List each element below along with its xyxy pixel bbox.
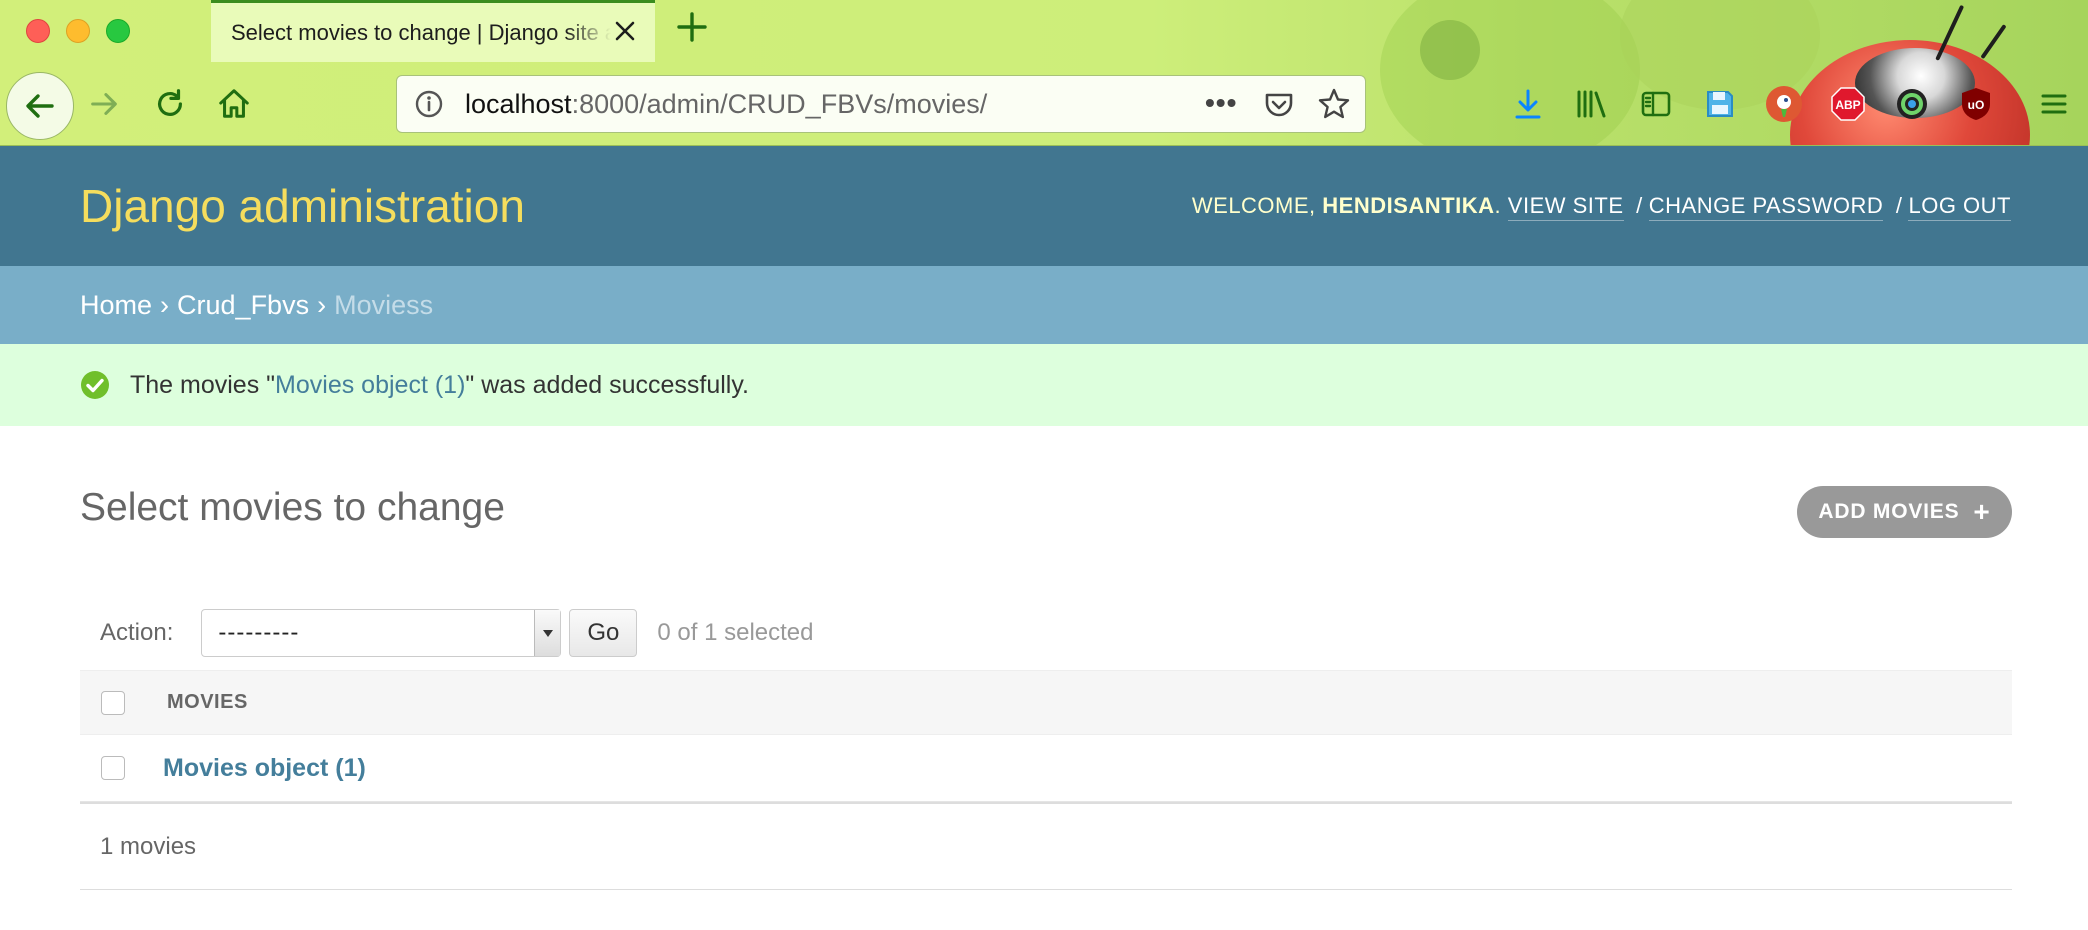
tab-title: Select movies to change | Django site ad… bbox=[231, 19, 611, 45]
library-icon[interactable] bbox=[1574, 86, 1610, 122]
breadcrumb: Home › Crud_Fbvs › Moviess bbox=[0, 266, 2088, 344]
add-movies-button[interactable]: ADD MOVIES + bbox=[1797, 486, 2012, 538]
username: HENDISANTIKA bbox=[1322, 193, 1495, 218]
paginator: 1 movies bbox=[80, 804, 2012, 890]
site-branding[interactable]: Django administration bbox=[80, 179, 525, 233]
url-host: localhost bbox=[465, 88, 572, 119]
message-prefix: The movies " bbox=[130, 370, 276, 399]
action-select[interactable]: --------- bbox=[201, 609, 562, 657]
adblock-plus-label: ABP bbox=[1835, 98, 1860, 112]
action-select-value: --------- bbox=[218, 619, 300, 646]
dropdown-arrow-icon[interactable] bbox=[534, 610, 561, 656]
select-all-checkbox[interactable] bbox=[101, 690, 125, 715]
action-label: Action: bbox=[100, 619, 174, 646]
tab-close-icon[interactable] bbox=[613, 19, 637, 48]
ublock-origin-icon[interactable]: uO bbox=[1958, 86, 1994, 122]
add-movies-label: ADD MOVIES bbox=[1818, 500, 1960, 523]
plus-icon: + bbox=[1973, 496, 1991, 527]
hamburger-menu-icon[interactable] bbox=[2036, 86, 2072, 122]
new-tab-icon[interactable] bbox=[676, 8, 708, 52]
ublock-origin-label: uO bbox=[1968, 98, 1985, 112]
row-object-link[interactable]: Movies object (1) bbox=[163, 754, 366, 783]
separator: / bbox=[1636, 193, 1643, 218]
save-page-icon[interactable] bbox=[1702, 86, 1738, 122]
reload-icon[interactable] bbox=[152, 86, 188, 122]
breadcrumb-separator: › bbox=[160, 289, 170, 320]
window-maximize-button[interactable] bbox=[106, 19, 130, 43]
decor-blob bbox=[1420, 20, 1480, 80]
breadcrumb-separator: › bbox=[317, 289, 327, 320]
url-path: :8000/admin/CRUD_FBVs/movies/ bbox=[571, 88, 988, 119]
sidebar-icon[interactable] bbox=[1638, 86, 1674, 122]
back-button[interactable] bbox=[6, 72, 74, 140]
decor-blob bbox=[1380, 0, 1640, 145]
table-row: Movies object (1) bbox=[80, 735, 2012, 802]
table-header: MOVIES bbox=[80, 670, 2012, 735]
window-close-button[interactable] bbox=[26, 19, 50, 43]
column-header-movies[interactable]: MOVIES bbox=[167, 691, 248, 714]
actions-bar: Action: --------- Go 0 of 1 selected bbox=[80, 596, 2012, 670]
home-icon[interactable] bbox=[216, 86, 252, 122]
page-title: Select movies to change bbox=[80, 486, 505, 529]
url-text[interactable]: localhost:8000/admin/CRUD_FBVs/movies/ bbox=[465, 89, 987, 120]
forward-arrow-icon[interactable] bbox=[86, 86, 122, 122]
admin-header: Django administration WELCOME, HENDISANT… bbox=[0, 146, 2088, 266]
adblock-plus-icon[interactable]: ABP bbox=[1830, 86, 1866, 122]
page-actions-icon[interactable]: ••• bbox=[1205, 88, 1237, 118]
message-object-link[interactable]: Movies object (1) bbox=[275, 371, 465, 400]
view-site-link[interactable]: VIEW SITE bbox=[1507, 193, 1624, 221]
browser-tab-active[interactable]: Select movies to change | Django site ad… bbox=[211, 0, 655, 62]
success-check-icon bbox=[81, 371, 109, 399]
success-message: The movies " Movies object (1) " was added… bbox=[0, 344, 2088, 426]
breadcrumb-current: Moviess bbox=[334, 289, 434, 320]
row-checkbox[interactable] bbox=[101, 756, 125, 780]
results-table: MOVIES Movies object (1) 1 movies bbox=[80, 670, 2012, 890]
antenna-decoration bbox=[1980, 24, 2007, 60]
url-bar[interactable]: localhost:8000/admin/CRUD_FBVs/movies/ •… bbox=[396, 75, 1366, 133]
bookmark-star-icon[interactable] bbox=[1317, 87, 1351, 126]
selection-counter: 0 of 1 selected bbox=[657, 619, 814, 646]
user-tools: WELCOME, HENDISANTIKA. VIEW SITE / CHANGE… bbox=[1191, 193, 2011, 221]
change-password-link[interactable]: CHANGE PASSWORD bbox=[1648, 193, 1884, 221]
back-arrow-icon bbox=[26, 94, 54, 118]
pocket-icon[interactable] bbox=[1263, 89, 1295, 126]
breadcrumb-app-link[interactable]: Crud_Fbvs bbox=[177, 290, 309, 321]
color-picker-extension-icon[interactable] bbox=[1894, 86, 1930, 122]
window-minimize-button[interactable] bbox=[66, 19, 90, 43]
separator: / bbox=[1895, 193, 1903, 218]
go-button[interactable]: Go bbox=[569, 609, 638, 657]
message-suffix: " was added successfully. bbox=[465, 370, 749, 399]
breadcrumb-home-link[interactable]: Home bbox=[80, 290, 152, 321]
log-out-link[interactable]: LOG OUT bbox=[1908, 193, 2011, 221]
username-suffix: . bbox=[1494, 193, 1502, 218]
welcome-text: WELCOME, bbox=[1191, 193, 1316, 218]
browser-chrome: Select movies to change | Django site ad… bbox=[0, 0, 2088, 146]
site-info-icon[interactable] bbox=[413, 88, 445, 120]
download-icon[interactable] bbox=[1510, 86, 1546, 122]
duckduckgo-icon[interactable] bbox=[1766, 86, 1802, 122]
